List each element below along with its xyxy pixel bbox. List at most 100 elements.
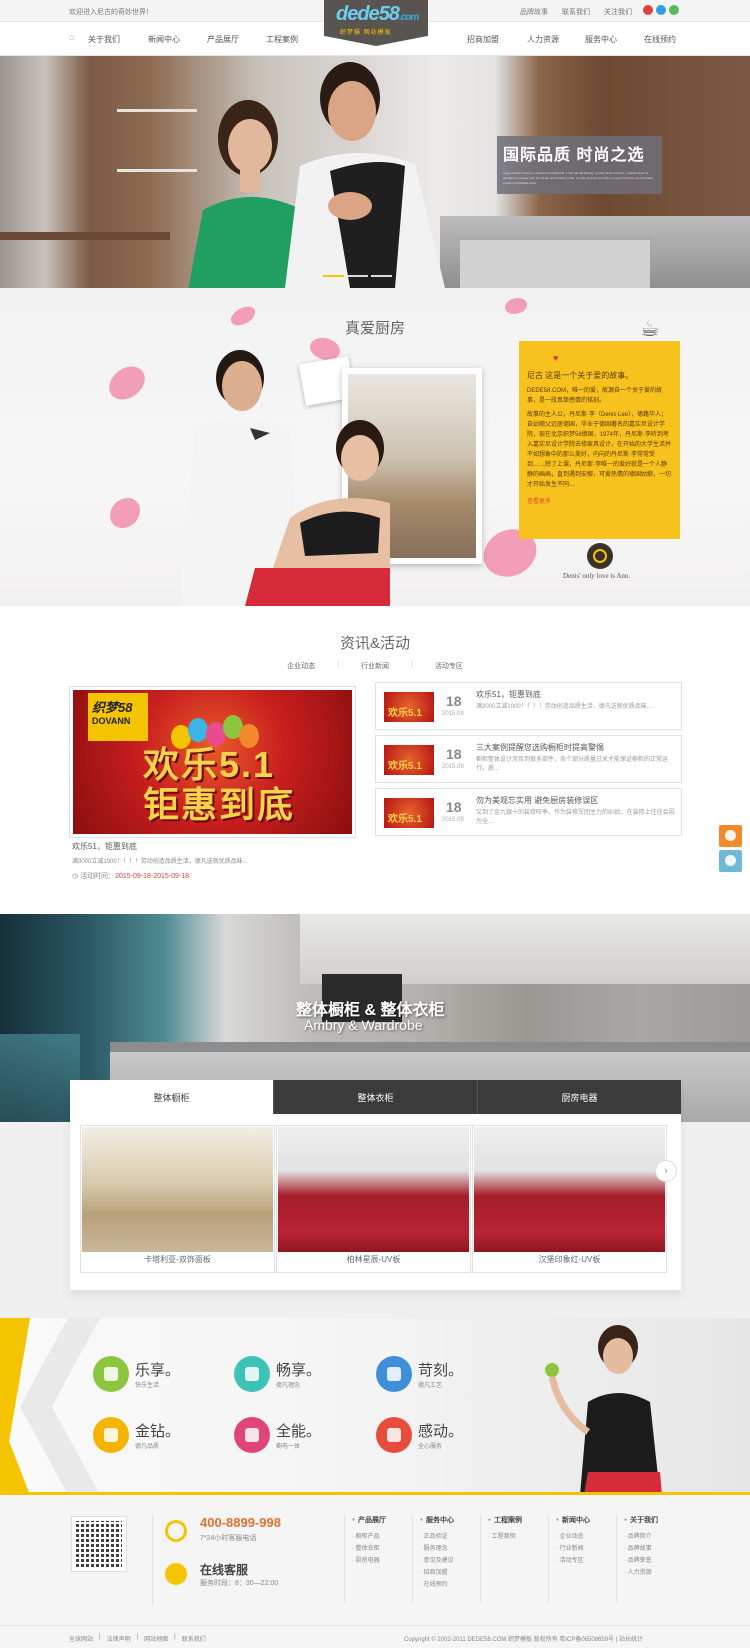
footer-link[interactable]: 服务理念 (420, 1543, 480, 1555)
news-tab-events[interactable]: 活动专区 (431, 661, 467, 671)
heart-icon: ♥ (553, 353, 559, 363)
feature-sub: 德凡工艺 (418, 1383, 443, 1389)
promo-logo-top: 织梦58 (92, 700, 133, 715)
news-thumbnail: 欢乐5.1 (384, 745, 434, 775)
link-legal[interactable]: 法律声明 (107, 1634, 131, 1643)
top-link-contact[interactable]: 联系我们 (562, 7, 590, 17)
tencent-weibo-icon[interactable] (656, 5, 666, 15)
model-photo (545, 1325, 662, 1495)
news-list-item[interactable]: 欢乐5.1 18 2015.09 三大案例提醒您选购橱柜时提高警惕 橱柜整体设计… (375, 735, 682, 783)
hero-title: 国际品质 时尚之选 (503, 147, 645, 164)
footer-link[interactable]: 企业动态 (556, 1531, 616, 1543)
link-global-sites[interactable]: 全球网站 (69, 1634, 93, 1643)
footer-link[interactable]: 整体衣柜 (352, 1543, 412, 1555)
divider (548, 1515, 549, 1603)
feature-item: 乐享。 快乐生活 (93, 1356, 213, 1396)
news-thumbnail: 欢乐5.1 (384, 692, 434, 722)
tab-wardrobes[interactable]: 整体衣柜 (273, 1080, 477, 1114)
news-thumbnail: 欢乐5.1 (384, 798, 434, 828)
slider-dot[interactable] (323, 275, 344, 277)
nav-service[interactable]: 服务中心 (585, 34, 617, 45)
footer-link[interactable]: 橱柜产品 (352, 1531, 412, 1543)
footer-link[interactable]: 品牌故事 (624, 1543, 684, 1555)
product-caption[interactable]: 柏林星辰-UV板 (277, 1254, 470, 1265)
footer-link[interactable]: 品牌荣誉 (624, 1555, 684, 1567)
news-item-desc: 又到了金九银十的装修旺季，作为装修军团主力的80后，在装修上往往会因为全... (476, 810, 675, 825)
float-contact-button[interactable] (719, 825, 742, 847)
footer-link[interactable]: 意见及建议 (420, 1555, 480, 1567)
teacup-icon: ☕ (640, 316, 660, 341)
nav-hr[interactable]: 人力资源 (527, 34, 559, 45)
news-tab-industry[interactable]: 行业新闻 (357, 661, 393, 671)
float-qq-button[interactable] (719, 850, 742, 872)
footer-link[interactable]: 厨房电器 (352, 1555, 412, 1567)
footer-link[interactable]: 在线预约 (420, 1579, 480, 1591)
nav-cases[interactable]: 工程案例 (266, 34, 298, 45)
news-list-item[interactable]: 欢乐5.1 18 2015.09 欢乐51，钜惠到底 满3000立减1000！！… (375, 682, 682, 730)
featured-news-image[interactable]: 织梦58 DOVANN 欢乐5.1 钜惠到底 (69, 686, 356, 838)
news-list-item[interactable]: 欢乐5.1 18 2015.09 勿为美观忘实用 避免厨房装修误区 又到了金九银… (375, 788, 682, 836)
slider-dot[interactable] (371, 275, 392, 277)
footer-col-title[interactable]: 工程案例 (488, 1515, 548, 1525)
product-card[interactable]: 卡塔利亚-双饰面板 (80, 1125, 275, 1273)
footer-col-title[interactable]: 关于我们 (624, 1515, 684, 1525)
balloon (188, 718, 208, 742)
feature-title: 苛刻。 (418, 1362, 464, 1379)
man-photo (285, 62, 445, 288)
news-item-title[interactable]: 欢乐51，钜惠到底 (476, 689, 541, 700)
decor-chevron (20, 1318, 100, 1495)
slider-dot[interactable] (347, 275, 368, 277)
divider: | (337, 661, 339, 668)
feature-title: 感动。 (418, 1423, 464, 1440)
link-contact[interactable]: 联系我们 (182, 1634, 206, 1643)
footer-link[interactable]: 品牌简介 (624, 1531, 684, 1543)
hero-banner[interactable]: 国际品质 时尚之选 Vogue kitchen interior, a casu… (0, 56, 750, 288)
nav-products[interactable]: 产品展厅 (207, 34, 239, 45)
footer-link[interactable]: 行业新闻 (556, 1543, 616, 1555)
next-arrow-icon[interactable]: › (655, 1160, 677, 1182)
appliance-icon (234, 1417, 270, 1453)
story-signature: Denis' only love is Ann. (563, 572, 631, 580)
weibo-icon[interactable] (643, 5, 653, 15)
tab-appliances[interactable]: 厨房电器 (477, 1080, 681, 1114)
footer-link[interactable]: 人力资源 (624, 1567, 684, 1579)
phone-icon (165, 1520, 187, 1542)
footer-link[interactable]: 招商加盟 (420, 1567, 480, 1579)
online-service-title[interactable]: 在线客服 (200, 1561, 248, 1578)
divider: | (99, 1634, 101, 1640)
wechat-icon[interactable] (669, 5, 679, 15)
couple-photo (180, 350, 390, 606)
footer-col-title[interactable]: 产品展厅 (352, 1515, 412, 1525)
tab-cabinets[interactable]: 整体橱柜 (70, 1080, 273, 1114)
footer-link[interactable]: 工程案例 (488, 1531, 548, 1543)
logo-main: dede (336, 3, 380, 25)
news-item-title[interactable]: 三大案例提醒您选购橱柜时提高警惕 (476, 742, 604, 753)
top-link-brand-story[interactable]: 品牌故事 (520, 7, 548, 17)
top-link-follow[interactable]: 关注我们 (604, 7, 632, 17)
footer-col-title[interactable]: 新闻中心 (556, 1515, 616, 1525)
home-icon[interactable]: ⌂ (69, 32, 74, 42)
nav-news[interactable]: 新闻中心 (148, 34, 180, 45)
footer-link[interactable]: 正品验证 (420, 1531, 480, 1543)
nav-about[interactable]: 关于我们 (88, 34, 120, 45)
news-tab-company[interactable]: 企业动态 (283, 661, 319, 671)
product-banner-subtitle: Ambry & Wardrobe (304, 1017, 423, 1033)
product-caption[interactable]: 汉堡印象红-UV板 (473, 1254, 666, 1265)
feature-sub: 橱电一体 (276, 1444, 301, 1450)
hotline-number[interactable]: 400-8899-998 (200, 1515, 281, 1530)
nav-franchise[interactable]: 招商加盟 (467, 34, 499, 45)
news-item-title[interactable]: 勿为美观忘实用 避免厨房装修误区 (476, 795, 598, 806)
product-caption[interactable]: 卡塔利亚-双饰面板 (81, 1254, 274, 1265)
nav-booking[interactable]: 在线预约 (644, 34, 676, 45)
news-month: 2015.09 (442, 711, 464, 717)
footer-col-title[interactable]: 服务中心 (420, 1515, 480, 1525)
featured-news-title[interactable]: 欢乐51，钜惠到底 (72, 841, 137, 852)
story-more-link[interactable]: 查看更多 (527, 499, 551, 505)
footer-link[interactable]: 活动专区 (556, 1555, 616, 1567)
product-card[interactable]: 汉堡印象红-UV板 (472, 1125, 667, 1273)
link-sitemap[interactable]: 网站地图 (144, 1634, 168, 1643)
divider (152, 1515, 153, 1605)
product-card[interactable]: 柏林星辰-UV板 (276, 1125, 471, 1273)
bell-icon (165, 1563, 187, 1585)
service-hours: 服务时段：8：30—22:00 (200, 1580, 279, 1587)
